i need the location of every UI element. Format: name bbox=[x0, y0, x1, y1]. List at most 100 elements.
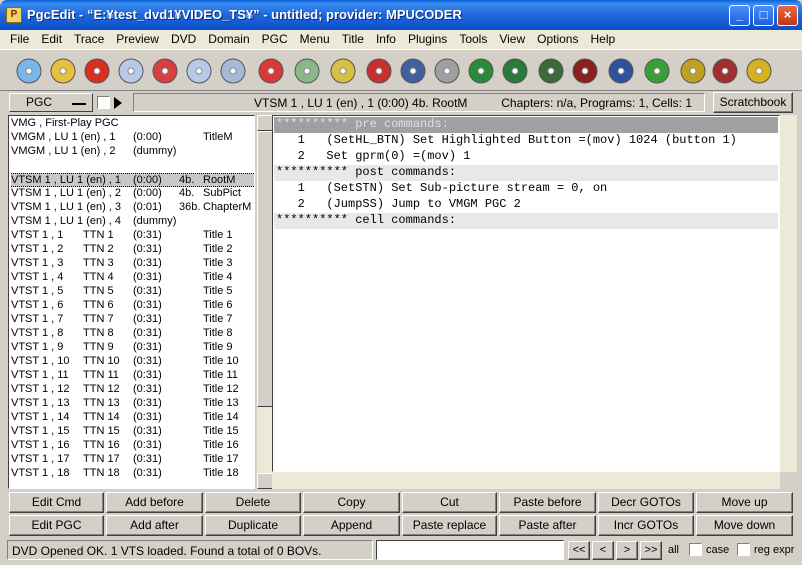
menu-preview[interactable]: Preview bbox=[110, 30, 165, 49]
open-folder-icon[interactable] bbox=[46, 54, 80, 88]
copy-button[interactable]: Copy bbox=[303, 492, 400, 513]
pgc-checkbox[interactable] bbox=[97, 96, 110, 109]
command-line[interactable]: 2 (JumpSS) Jump to VMGM PGC 2 bbox=[274, 197, 778, 213]
menu-pgc[interactable]: PGC bbox=[256, 30, 294, 49]
paste-after-button[interactable]: Paste after bbox=[499, 515, 596, 536]
first-match-button[interactable]: << bbox=[568, 541, 590, 560]
globe-icon[interactable] bbox=[464, 54, 498, 88]
command-vscrollbar[interactable] bbox=[780, 115, 797, 472]
close-button[interactable]: × bbox=[777, 5, 798, 26]
grid-icon[interactable] bbox=[708, 54, 742, 88]
edit-cmd-button[interactable]: Edit Cmd bbox=[9, 492, 104, 513]
paste-replace-button[interactable]: Paste replace bbox=[402, 515, 497, 536]
pgc-list-row[interactable]: VTST 1 , 11 TTN 11 (0:31) Title 11 bbox=[11, 369, 254, 383]
copy-pages-icon[interactable] bbox=[430, 54, 464, 88]
menu-tools[interactable]: Tools bbox=[453, 30, 493, 49]
tcl-icon[interactable] bbox=[742, 54, 776, 88]
menu-info[interactable]: Info bbox=[370, 30, 402, 49]
pgc-list-row[interactable]: VTST 1 , 6 TTN 6 (0:31) Title 6 bbox=[11, 299, 254, 313]
command-line[interactable]: 2 Set gprm(0) =(mov) 1 bbox=[274, 149, 778, 165]
disc-pair-icon[interactable] bbox=[216, 54, 250, 88]
scratchbook-button[interactable]: Scratchbook bbox=[713, 92, 793, 113]
menu-green-icon[interactable] bbox=[640, 54, 674, 88]
blank-pages-icon[interactable] bbox=[290, 54, 324, 88]
pgc-list-row[interactable]: VTST 1 , 7 TTN 7 (0:31) Title 7 bbox=[11, 313, 254, 327]
pgc-list-row[interactable]: VTST 1 , 17 TTN 17 (0:31) Title 17 bbox=[11, 453, 254, 467]
chain-icon[interactable] bbox=[676, 54, 710, 88]
minimize-button[interactable]: _ bbox=[729, 5, 750, 26]
menu-help[interactable]: Help bbox=[584, 30, 621, 49]
menu-plugins[interactable]: Plugins bbox=[402, 30, 453, 49]
settings-gear-icon[interactable] bbox=[534, 54, 568, 88]
scroll-up-icon[interactable] bbox=[257, 115, 273, 131]
search-input[interactable] bbox=[376, 540, 564, 560]
pgc-list-row[interactable] bbox=[11, 159, 254, 173]
pgc-list-row[interactable]: VTST 1 , 8 TTN 8 (0:31) Title 8 bbox=[11, 327, 254, 341]
menu-dvd[interactable]: DVD bbox=[165, 30, 202, 49]
add-after-button[interactable]: Add after bbox=[106, 515, 203, 536]
scroll-down-icon[interactable] bbox=[257, 473, 273, 489]
edit-pgc-button[interactable]: Edit PGC bbox=[9, 515, 104, 536]
command-line[interactable]: 1 (SetSTN) Set Sub-picture stream = 0, o… bbox=[274, 181, 778, 197]
command-pane[interactable]: ********** pre commands: 1 (SetHL_BTN) S… bbox=[272, 115, 780, 472]
menu-options[interactable]: Options bbox=[531, 30, 584, 49]
check-disc-icon[interactable] bbox=[362, 54, 396, 88]
menu-trace[interactable]: Trace bbox=[68, 30, 110, 49]
id-disc-icon[interactable] bbox=[396, 54, 430, 88]
menu-domain[interactable]: Domain bbox=[202, 30, 255, 49]
open-folder-icon[interactable] bbox=[326, 54, 360, 88]
menu-file[interactable]: File bbox=[4, 30, 35, 49]
search-disc-icon[interactable] bbox=[182, 54, 216, 88]
append-button[interactable]: Append bbox=[303, 515, 400, 536]
paste-before-button[interactable]: Paste before bbox=[499, 492, 596, 513]
pgc-list-row[interactable]: VTST 1 , 13 TTN 13 (0:31) Title 13 bbox=[11, 397, 254, 411]
disc-remove-icon[interactable] bbox=[254, 54, 288, 88]
pgc-list-row[interactable]: VTSM 1 , LU 1 (en) , 4 (dummy) bbox=[11, 215, 254, 229]
pgc-list-scrollbar[interactable] bbox=[256, 115, 273, 489]
film-cross-icon[interactable] bbox=[604, 54, 638, 88]
command-section-header[interactable]: ********** pre commands: bbox=[274, 117, 778, 133]
move-up-button[interactable]: Move up bbox=[696, 492, 793, 513]
last-match-button[interactable]: >> bbox=[640, 541, 662, 560]
scroll-thumb[interactable] bbox=[257, 131, 273, 407]
menu-title[interactable]: Title bbox=[336, 30, 370, 49]
next-match-button[interactable]: > bbox=[616, 541, 638, 560]
command-section-header[interactable]: ********** cell commands: bbox=[274, 213, 778, 229]
prev-match-button[interactable]: < bbox=[592, 541, 614, 560]
cut-button[interactable]: Cut bbox=[402, 492, 497, 513]
pgc-list-row[interactable]: VMG , First-Play PGC bbox=[11, 117, 254, 131]
regexpr-checkbox[interactable] bbox=[737, 543, 750, 556]
case-checkbox[interactable] bbox=[689, 543, 702, 556]
new-disc-icon[interactable] bbox=[114, 54, 148, 88]
duplicate-button[interactable]: Duplicate bbox=[205, 515, 301, 536]
menu-menu[interactable]: Menu bbox=[294, 30, 336, 49]
pgc-list-row[interactable]: VTST 1 , 1 TTN 1 (0:31) Title 1 bbox=[11, 229, 254, 243]
burn-icon[interactable] bbox=[148, 54, 182, 88]
pgc-list-row[interactable]: VTST 1 , 14 TTN 14 (0:31) Title 14 bbox=[11, 411, 254, 425]
undo-icon[interactable] bbox=[80, 54, 114, 88]
play-film-icon[interactable] bbox=[498, 54, 532, 88]
pgc-list-row[interactable]: VTST 1 , 18 TTN 18 (0:31) Title 18 bbox=[11, 467, 254, 481]
pgc-list-row[interactable]: VMGM , LU 1 (en) , 1 (0:00) TitleM bbox=[11, 131, 254, 145]
decr-gotos-button[interactable]: Decr GOTOs bbox=[598, 492, 694, 513]
disc-icon[interactable] bbox=[12, 54, 46, 88]
command-hscrollbar[interactable] bbox=[272, 472, 780, 489]
pgc-list-row[interactable]: VTST 1 , 2 TTN 2 (0:31) Title 2 bbox=[11, 243, 254, 257]
add-before-button[interactable]: Add before bbox=[106, 492, 203, 513]
menu-view[interactable]: View bbox=[493, 30, 531, 49]
play-icon[interactable] bbox=[114, 97, 122, 109]
pgc-list-row[interactable]: VTST 1 , 15 TTN 15 (0:31) Title 15 bbox=[11, 425, 254, 439]
pgc-list-row[interactable]: VTST 1 , 16 TTN 16 (0:31) Title 16 bbox=[11, 439, 254, 453]
pgc-list[interactable]: VMG , First-Play PGC VMGM , LU 1 (en) , 1… bbox=[8, 115, 255, 489]
move-down-button[interactable]: Move down bbox=[696, 515, 793, 536]
pgc-list-row[interactable]: VTST 1 , 3 TTN 3 (0:31) Title 3 bbox=[11, 257, 254, 271]
pgc-list-row[interactable]: VTSM 1 , LU 1 (en) , 1 (0:00) 4b. RootM bbox=[11, 173, 254, 187]
pgc-list-row[interactable]: VTST 1 , 4 TTN 4 (0:31) Title 4 bbox=[11, 271, 254, 285]
pgc-list-row[interactable]: VMGM , LU 1 (en) , 2 (dummy) bbox=[11, 145, 254, 159]
maximize-button[interactable]: □ bbox=[753, 5, 774, 26]
list-numbered-icon[interactable] bbox=[568, 54, 602, 88]
menu-edit[interactable]: Edit bbox=[35, 30, 68, 49]
pgc-list-row[interactable]: VTST 1 , 5 TTN 5 (0:31) Title 5 bbox=[11, 285, 254, 299]
pgc-list-row[interactable]: VTST 1 , 12 TTN 12 (0:31) Title 12 bbox=[11, 383, 254, 397]
incr-gotos-button[interactable]: Incr GOTOs bbox=[598, 515, 694, 536]
